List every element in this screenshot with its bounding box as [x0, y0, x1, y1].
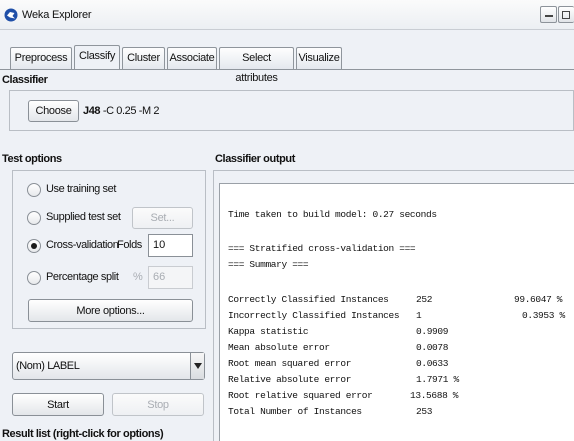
summary-row-value: 0.0078 — [416, 342, 449, 353]
summary-row-value: 0.0633 — [416, 358, 449, 369]
tab-visualize[interactable]: Visualize — [296, 47, 342, 69]
cross-validation-label: Cross-validation — [46, 239, 119, 251]
summary-row-value: 252 — [416, 294, 433, 305]
classifier-name: J48 — [83, 105, 101, 117]
classifier-section-label: Classifier — [2, 74, 48, 86]
summary-row-name: Root relative squared error — [228, 390, 373, 401]
classifier-output-text[interactable]: Time taken to build model: 0.27 seconds … — [219, 183, 574, 441]
folds-input[interactable]: 10 — [148, 234, 193, 257]
tab-cluster[interactable]: Cluster — [122, 47, 165, 69]
use-training-set-label: Use training set — [46, 183, 117, 195]
summary-row-value: 1 — [416, 310, 422, 321]
window-titlebar[interactable]: Weka Explorer — [0, 0, 574, 30]
start-button[interactable]: Start — [12, 393, 104, 416]
percentage-split-label: Percentage split — [46, 271, 119, 283]
summary-row-name: Kappa statistic — [228, 326, 309, 337]
minimize-button[interactable] — [540, 6, 557, 23]
tab-bar: Preprocess Classify Cluster Associate Se… — [0, 30, 574, 84]
minimize-icon — [545, 15, 553, 17]
summary-row-value: 1.7971 % — [416, 374, 459, 385]
classifier-output-label: Classifier output — [215, 153, 295, 165]
summary-row-percent: 99.6047 % — [514, 294, 563, 305]
summary-row-name: Relative absolute error — [228, 374, 352, 385]
tab-select-attributes[interactable]: Select attributes — [219, 47, 294, 84]
triangle-down-icon — [194, 363, 202, 369]
percent-split-input[interactable]: 66 — [148, 266, 193, 289]
output-summary-header: === Summary === — [228, 259, 309, 270]
result-list-label: Result list (right-click for options) — [2, 428, 164, 440]
weka-app-icon — [4, 8, 18, 22]
choose-classifier-button[interactable]: Choose — [28, 100, 79, 122]
class-attribute-value: (Nom) LABEL — [16, 360, 80, 372]
supplied-test-set-label: Supplied test set — [46, 211, 121, 223]
summary-row-value: 0.9909 — [416, 326, 449, 337]
window-title: Weka Explorer — [22, 9, 92, 21]
classifier-options: -C 0.25 -M 2 — [102, 105, 160, 117]
summary-row-name: Mean absolute error — [228, 342, 330, 353]
dropdown-arrow-button[interactable] — [190, 353, 204, 379]
summary-row-value: 13.5688 % — [410, 390, 459, 401]
tab-divider — [0, 69, 574, 70]
use-training-set-radio[interactable] — [27, 183, 41, 197]
output-stratified-header: === Stratified cross-validation === — [228, 243, 416, 254]
maximize-icon — [562, 11, 570, 19]
summary-row-name: Correctly Classified Instances — [228, 294, 389, 305]
summary-row-name: Incorrectly Classified Instances — [228, 310, 400, 321]
class-attribute-select[interactable]: (Nom) LABEL — [12, 352, 205, 380]
summary-row-name: Total Number of Instances — [228, 406, 362, 417]
supplied-test-set-radio[interactable] — [27, 211, 41, 225]
summary-row-value: 253 — [416, 406, 433, 417]
output-time-line: Time taken to build model: 0.27 seconds — [228, 209, 437, 220]
test-options-section-label: Test options — [2, 153, 62, 165]
percentage-split-radio[interactable] — [27, 271, 41, 285]
percent-symbol: % — [133, 271, 143, 283]
more-options-button[interactable]: More options... — [28, 299, 193, 322]
folds-label: Folds — [117, 239, 142, 251]
cross-validation-radio[interactable] — [27, 239, 41, 253]
stop-button[interactable]: Stop — [112, 393, 204, 416]
set-test-set-button[interactable]: Set... — [132, 207, 193, 229]
tab-classify[interactable]: Classify — [74, 45, 120, 70]
tab-associate[interactable]: Associate — [167, 47, 217, 69]
classifier-config-field[interactable]: J48 -C 0.25 -M 2 — [81, 100, 574, 122]
summary-row-name: Root mean squared error — [228, 358, 352, 369]
maximize-button[interactable] — [558, 6, 574, 23]
summary-row-percent: 0.3953 % — [522, 310, 565, 321]
tab-preprocess[interactable]: Preprocess — [10, 47, 72, 69]
